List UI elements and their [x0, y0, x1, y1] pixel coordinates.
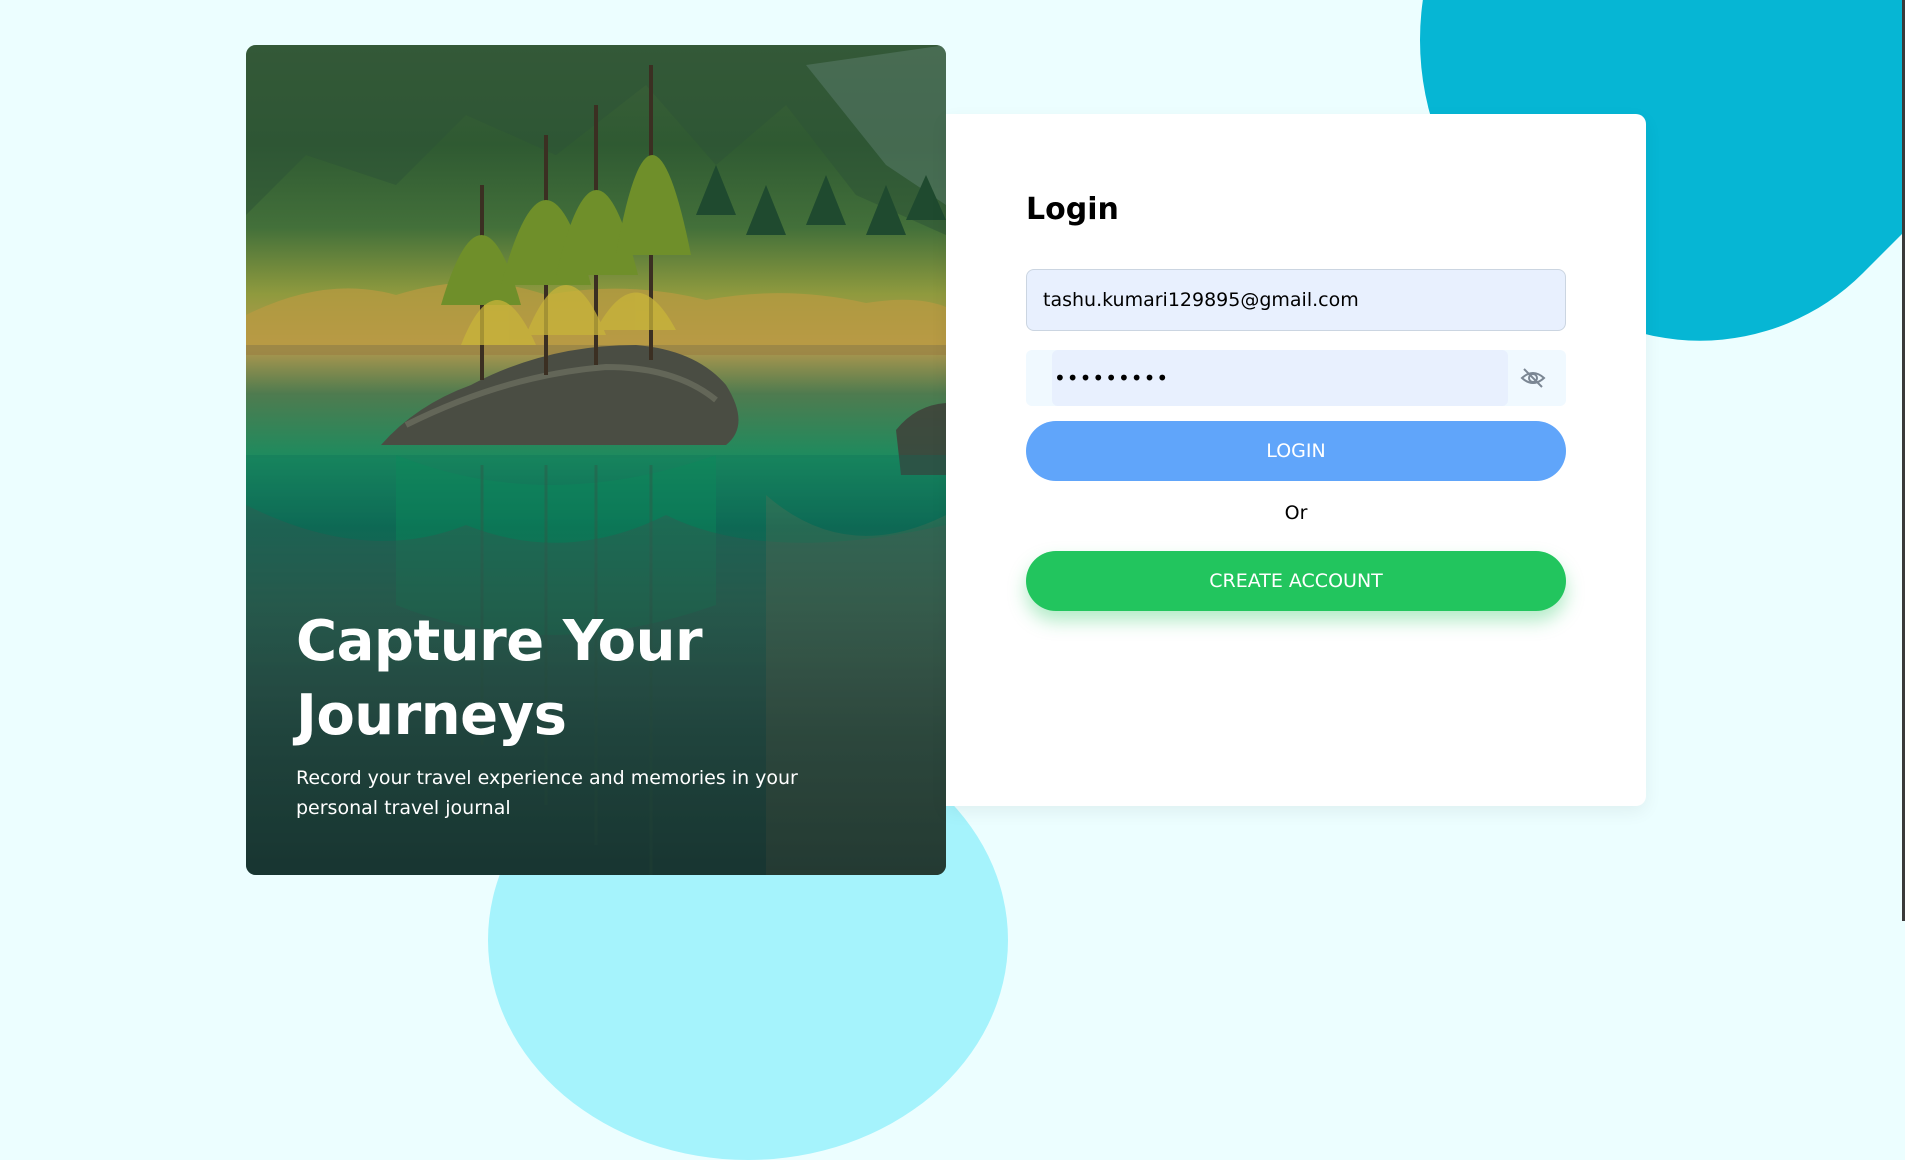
or-divider: Or [1284, 502, 1308, 524]
create-account-button[interactable]: CREATE ACCOUNT [1026, 551, 1566, 611]
login-card: Login LOGIN Or CREATE ACCOUNT [946, 114, 1646, 806]
login-button[interactable]: LOGIN [1026, 421, 1566, 481]
email-field[interactable] [1026, 269, 1566, 331]
eye-off-icon[interactable] [1519, 365, 1547, 391]
login-title: Login [1026, 192, 1119, 227]
hero-title: Capture Your Journeys [296, 609, 703, 748]
password-field[interactable] [1052, 350, 1508, 406]
password-field-container [1026, 350, 1566, 406]
hero-image-panel: Capture Your Journeys Record your travel… [246, 45, 946, 875]
hero-subtitle: Record your travel experience and memori… [296, 767, 798, 819]
